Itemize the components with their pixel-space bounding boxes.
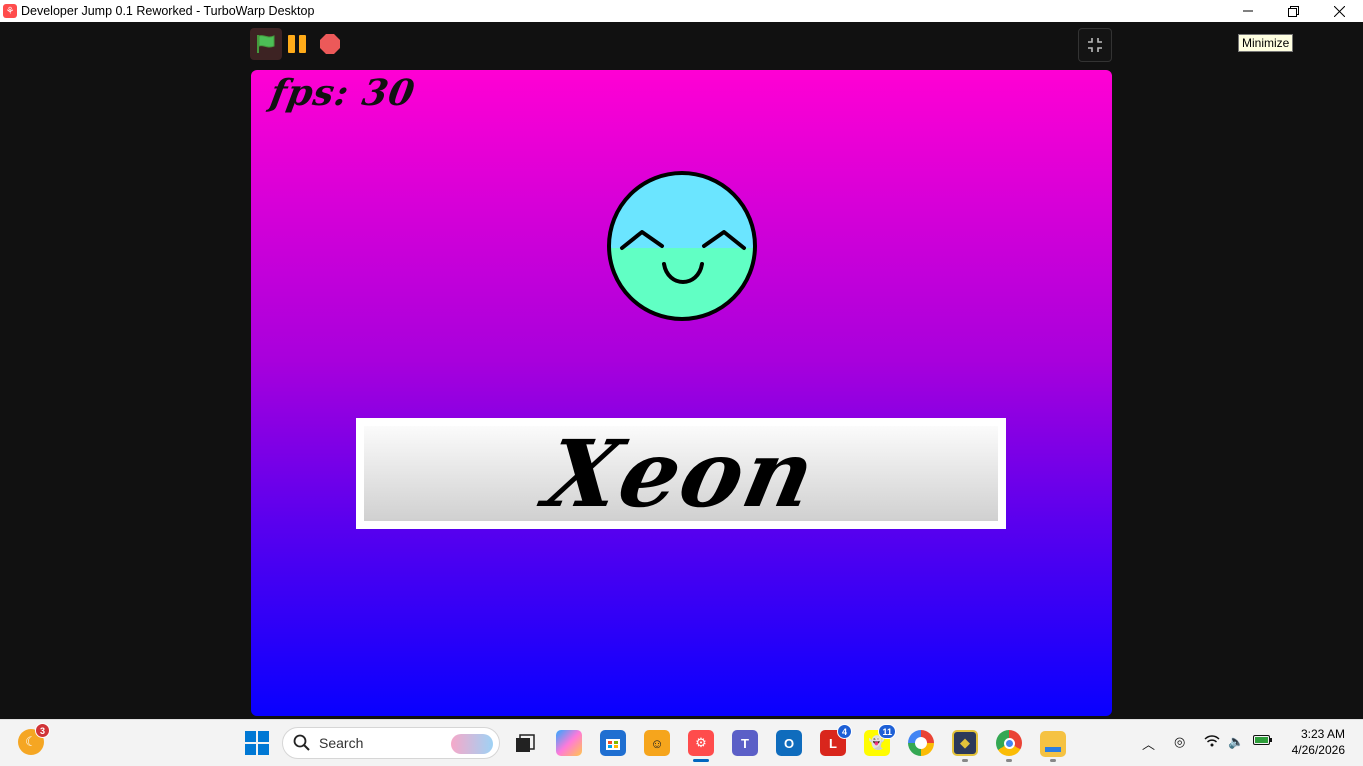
chrome-open-indicator — [1006, 759, 1012, 762]
project-stage[interactable]: fps: 30 Xeon — [251, 70, 1112, 716]
window-titlebar: ⚘ Developer Jump 0.1 Reworked - TurboWar… — [0, 0, 1363, 22]
outlook-button[interactable]: O — [776, 730, 802, 756]
pause-icon — [288, 35, 295, 53]
microsoft-store-button[interactable] — [600, 730, 626, 756]
exit-fullscreen-button[interactable] — [1078, 28, 1112, 62]
turbowarp-app-icon: ⚘ — [3, 4, 17, 18]
location-icon[interactable]: ◎ — [1174, 734, 1185, 750]
scratch-cat-button[interactable]: ☺ — [644, 730, 670, 756]
outlook-icon: O — [783, 735, 795, 751]
restore-icon — [1287, 5, 1299, 17]
teams-button[interactable]: T — [732, 730, 758, 756]
turbowarp-button[interactable]: ⚙ — [688, 730, 714, 756]
restore-button[interactable] — [1270, 0, 1316, 22]
window-title: Developer Jump 0.1 Reworked - TurboWarp … — [21, 4, 315, 18]
fps-counter: fps: 30 — [267, 72, 419, 114]
player-face-icon — [607, 171, 757, 321]
close-button[interactable] — [1316, 0, 1362, 22]
volume-icon[interactable]: 🔈 — [1228, 734, 1244, 750]
copilot-button[interactable] — [556, 730, 582, 756]
game-app-icon: ◆ — [960, 735, 970, 750]
green-flag-button[interactable] — [250, 28, 282, 60]
turbowarp-active-indicator — [693, 759, 709, 762]
l-app-button[interactable]: L 4 — [820, 724, 852, 756]
windows-taskbar — [0, 719, 1363, 766]
wifi-icon[interactable] — [1204, 734, 1220, 751]
weather-moon-icon: ☾ — [25, 734, 37, 749]
minimize-icon — [1243, 10, 1253, 12]
game-app-button[interactable]: ◆ — [952, 730, 978, 756]
scratch-cat-icon: ☺ — [650, 735, 664, 751]
minimize-button[interactable] — [1225, 0, 1271, 22]
taskbar-search[interactable]: Search — [282, 727, 500, 759]
clock-date: 4/26/2026 — [1291, 743, 1345, 757]
player-name-inner: Xeon — [364, 420, 998, 528]
close-icon — [1333, 5, 1345, 17]
weather-badge: 3 — [35, 723, 50, 738]
chrome-button[interactable] — [996, 730, 1022, 756]
circle-app-button[interactable] — [908, 730, 934, 756]
search-icon — [293, 734, 310, 751]
snapchat-button[interactable]: 👻 11 — [864, 724, 896, 756]
system-clock[interactable]: 3:23 AM 4/26/2026 — [1292, 726, 1345, 758]
file-explorer-button[interactable] — [1040, 731, 1066, 757]
battery-icon[interactable] — [1253, 734, 1273, 749]
chrome-icon — [1003, 737, 1015, 749]
l-app-icon: L — [829, 735, 837, 751]
search-highlight-icon — [451, 734, 493, 754]
teams-icon: T — [741, 735, 749, 751]
turbowarp-icon: ⚙ — [695, 735, 707, 750]
player-name-text: Xeon — [536, 419, 826, 528]
weather-widget[interactable]: ☾ 3 — [18, 723, 50, 755]
store-icon — [606, 739, 620, 750]
player-controls — [250, 28, 1112, 62]
windows-logo-icon — [245, 731, 269, 755]
clock-time: 3:23 AM — [1300, 727, 1345, 741]
game-app-open-indicator — [962, 759, 968, 762]
player-name-panel[interactable]: Xeon — [356, 418, 1006, 529]
show-hidden-icons-chevron-icon[interactable]: ︿ — [1142, 734, 1155, 753]
stop-button[interactable] — [320, 34, 340, 54]
search-placeholder: Search — [319, 735, 364, 751]
pause-button[interactable] — [288, 35, 308, 53]
l-app-badge: 4 — [837, 724, 852, 739]
exit-fullscreen-icon — [1088, 38, 1102, 52]
folder-icon — [1045, 746, 1061, 752]
task-view-icon — [516, 734, 535, 752]
start-button[interactable] — [244, 730, 270, 756]
task-view-button[interactable] — [512, 731, 538, 757]
file-explorer-open-indicator — [1050, 759, 1056, 762]
green-flag-icon — [257, 35, 275, 53]
snapchat-badge: 11 — [878, 724, 896, 739]
circle-app-icon — [915, 737, 927, 749]
minimize-tooltip: Minimize — [1238, 34, 1294, 52]
